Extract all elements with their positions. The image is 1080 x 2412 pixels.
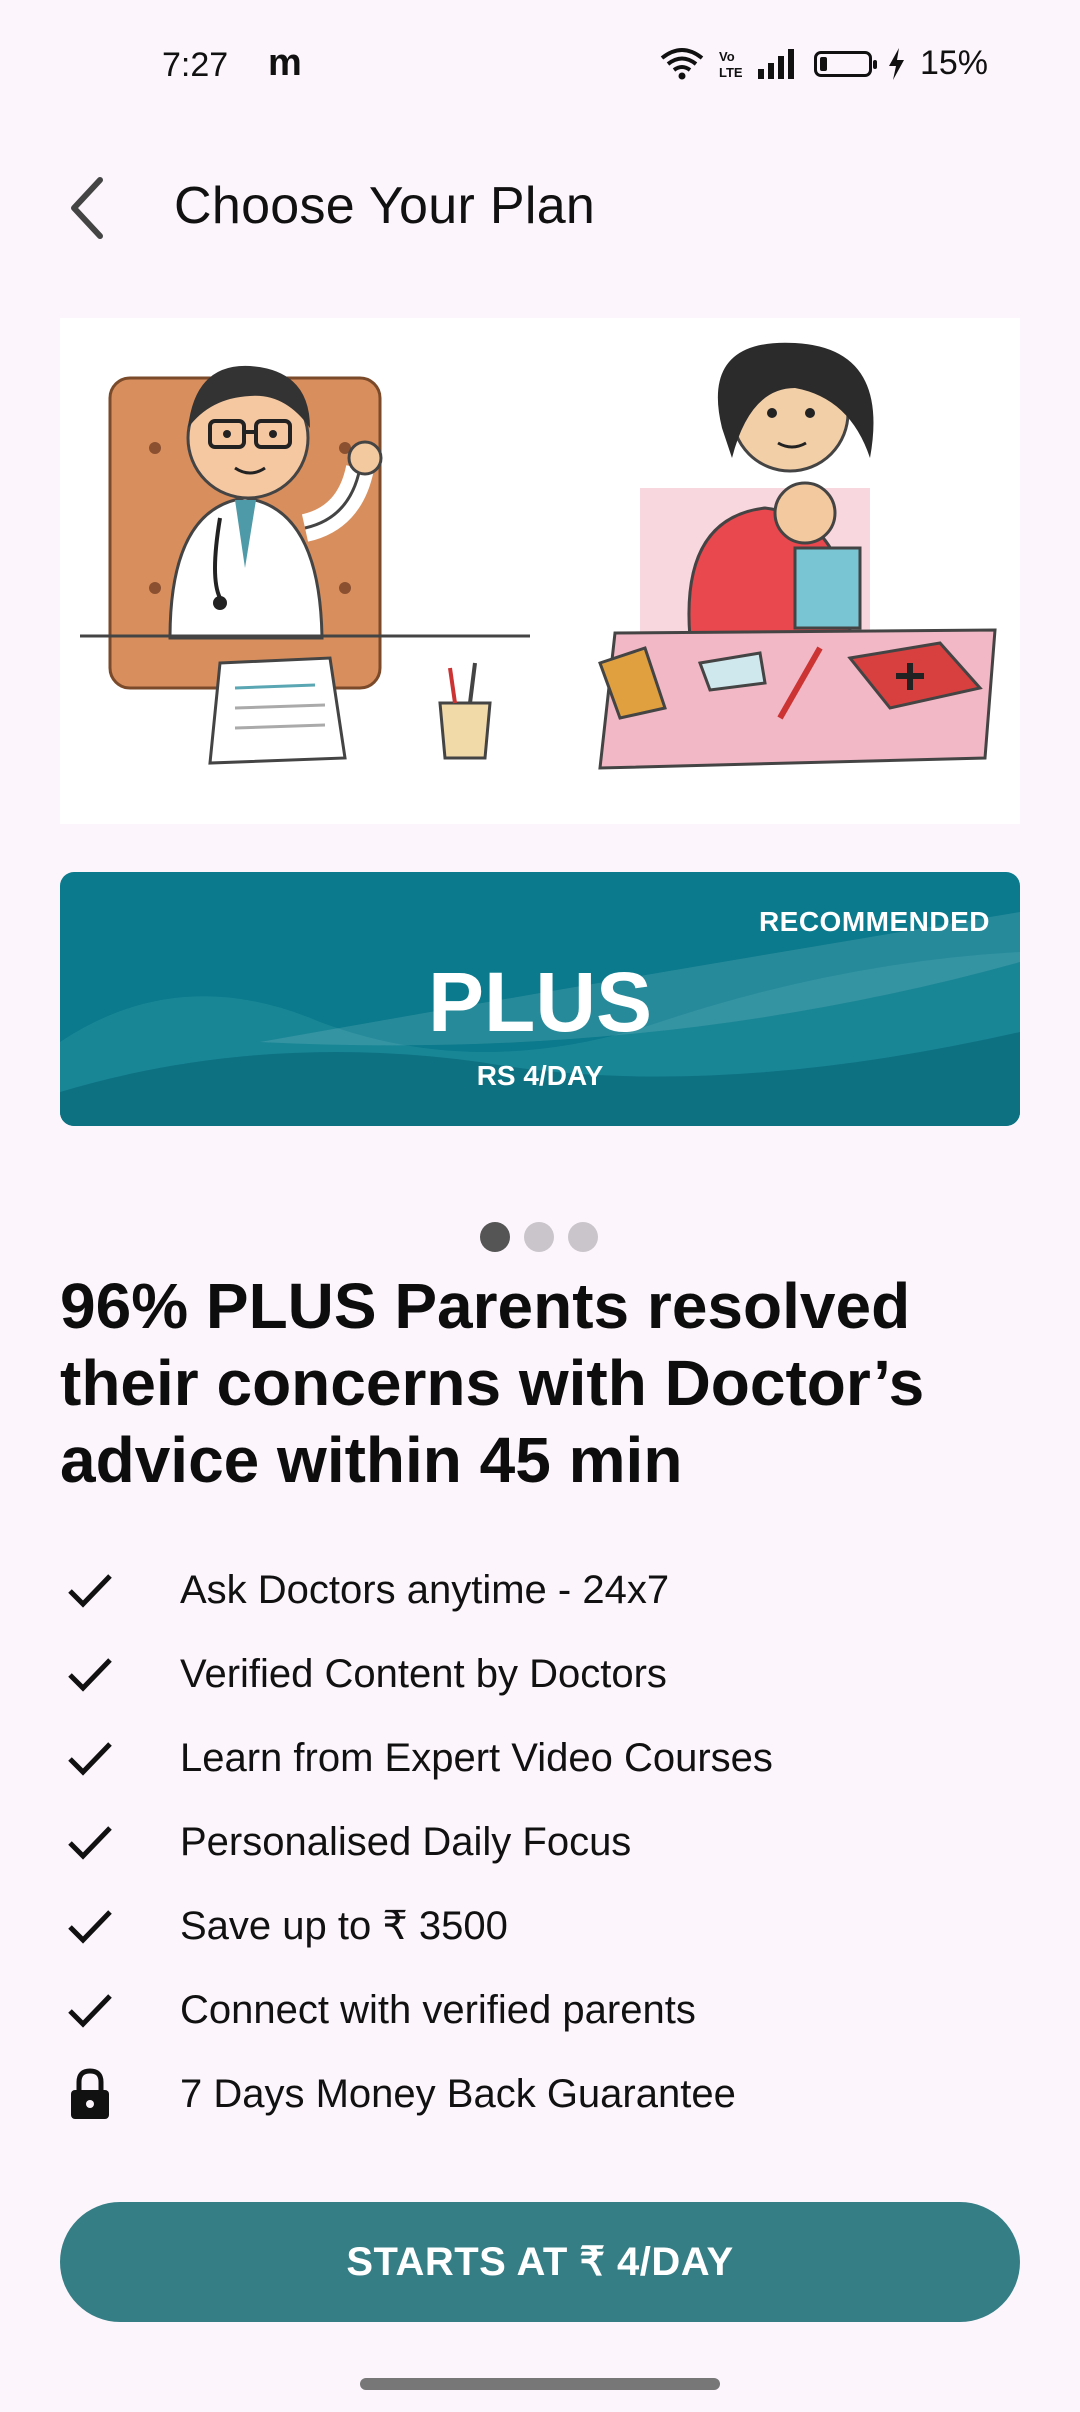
feature-list: Ask Doctors anytime - 24x7 Verified Cont… — [60, 1548, 1020, 2136]
signal-icon — [757, 48, 794, 79]
feature-item: Connect with verified parents — [60, 1968, 1020, 2052]
feature-text: 7 Days Money Back Guarantee — [180, 2071, 736, 2116]
feature-text: Connect with verified parents — [180, 1987, 696, 2032]
wifi-icon — [660, 47, 704, 79]
notification-app-icon: m — [268, 42, 302, 84]
battery-percent: 15% — [919, 44, 988, 82]
check-icon — [60, 1560, 120, 1620]
carousel-dot-active[interactable] — [480, 1222, 510, 1252]
check-icon — [60, 1644, 120, 1704]
status-icons: Vo LTE 15% — [660, 44, 988, 83]
feature-item: Verified Content by Doctors — [60, 1632, 1020, 1716]
check-icon — [60, 1980, 120, 2040]
check-icon — [60, 1812, 120, 1872]
page-title: Choose Your Plan — [174, 177, 596, 235]
plan-name: PLUS — [427, 955, 653, 1049]
status-bar: 7:27 m Vo LTE 15% — [0, 0, 1080, 140]
feature-item: 7 Days Money Back Guarantee — [60, 2052, 1020, 2136]
svg-text:LTE: LTE — [719, 65, 742, 80]
check-icon — [60, 1728, 120, 1788]
lock-icon — [60, 2064, 120, 2124]
back-arrow-icon — [71, 177, 103, 239]
feature-text: Ask Doctors anytime - 24x7 — [180, 1567, 670, 1612]
volte-icon: Vo LTE — [719, 49, 742, 80]
carousel-dot[interactable] — [524, 1222, 554, 1252]
start-plan-button[interactable]: STARTS AT ₹ 4/DAY — [60, 2202, 1020, 2322]
feature-text: Personalised Daily Focus — [180, 1819, 632, 1864]
check-icon — [60, 1896, 120, 1956]
plan-price: RS 4/DAY — [476, 1060, 604, 1091]
feature-item: Personalised Daily Focus — [60, 1800, 1020, 1884]
recommended-badge: RECOMMENDED — [758, 906, 990, 937]
feature-item: Learn from Expert Video Courses — [60, 1716, 1020, 1800]
status-time: 7:27 — [162, 46, 229, 84]
carousel-indicator — [480, 1222, 598, 1252]
feature-text: Save up to ₹ 3500 — [180, 1904, 508, 1948]
charging-icon — [888, 47, 904, 80]
feature-text: Verified Content by Doctors — [180, 1651, 667, 1696]
hero-illustration — [60, 318, 1020, 824]
svg-text:Vo: Vo — [719, 49, 735, 64]
back-button[interactable] — [56, 168, 116, 248]
battery-icon — [813, 50, 877, 77]
plan-card-plus[interactable]: RECOMMENDED PLUS RS 4/DAY — [60, 872, 1020, 1126]
plan-headline: 96% PLUS Parents resolved their concerns… — [60, 1270, 925, 1496]
carousel-dot[interactable] — [568, 1222, 598, 1252]
feature-item: Save up to ₹ 3500 — [60, 1884, 1020, 1968]
feature-item: Ask Doctors anytime - 24x7 — [60, 1548, 1020, 1632]
home-indicator[interactable] — [360, 2378, 720, 2390]
feature-text: Learn from Expert Video Courses — [180, 1735, 773, 1780]
